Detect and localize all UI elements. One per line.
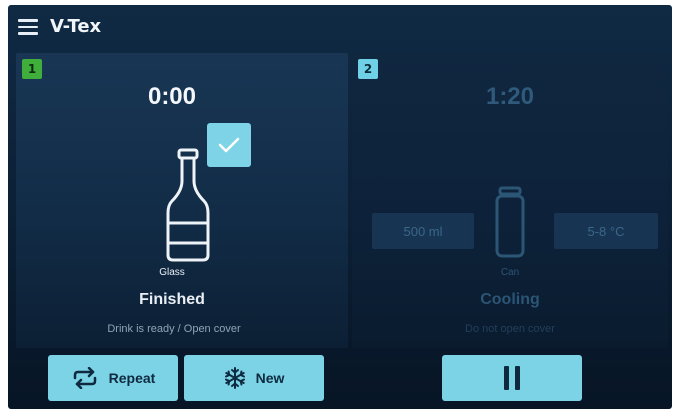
slot-1-timer: 0:00	[147, 83, 197, 110]
slot-1-hint: Drink is ready / Open cover	[107, 323, 241, 335]
can-icon	[495, 186, 525, 258]
pause-button[interactable]	[442, 355, 582, 401]
glass-bottle-icon	[166, 148, 210, 262]
slot-2-timer: 1:20	[485, 83, 535, 110]
temperature-display: 5-8 °C	[554, 213, 658, 249]
slot-1-panel[interactable]: 1 0:00 Glass Finished Drink is ready / O…	[16, 53, 348, 348]
slot-1-status: Finished	[139, 291, 205, 308]
new-button-label: New	[255, 370, 285, 386]
top-bar: V-Tex	[8, 5, 672, 49]
repeat-icon	[73, 367, 96, 389]
slot-2-hint: Do not open cover	[465, 323, 555, 335]
slot-2-badge: 2	[358, 59, 378, 79]
slot-2-panel[interactable]: 2 1:20 500 ml 5-8 °C Can Cooling Do not …	[352, 53, 668, 348]
snowflake-icon	[224, 367, 245, 389]
pause-icon	[504, 366, 520, 390]
repeat-button-label: Repeat	[108, 370, 156, 386]
device-screen: V-Tex 1 0:00 Glass Finished Drink is rea…	[8, 5, 672, 409]
slot-1-container-label: Glass	[159, 267, 185, 278]
checkmark-icon[interactable]	[207, 123, 251, 167]
slot-1-badge: 1	[22, 59, 42, 79]
hamburger-menu-icon[interactable]	[18, 19, 38, 35]
app-title: V-Tex	[50, 16, 102, 37]
slot-2-container-label: Can	[500, 267, 520, 278]
new-button[interactable]: New	[184, 355, 324, 401]
repeat-button[interactable]: Repeat	[48, 355, 178, 401]
slot-2-status: Cooling	[480, 291, 540, 308]
volume-display: 500 ml	[372, 213, 474, 249]
